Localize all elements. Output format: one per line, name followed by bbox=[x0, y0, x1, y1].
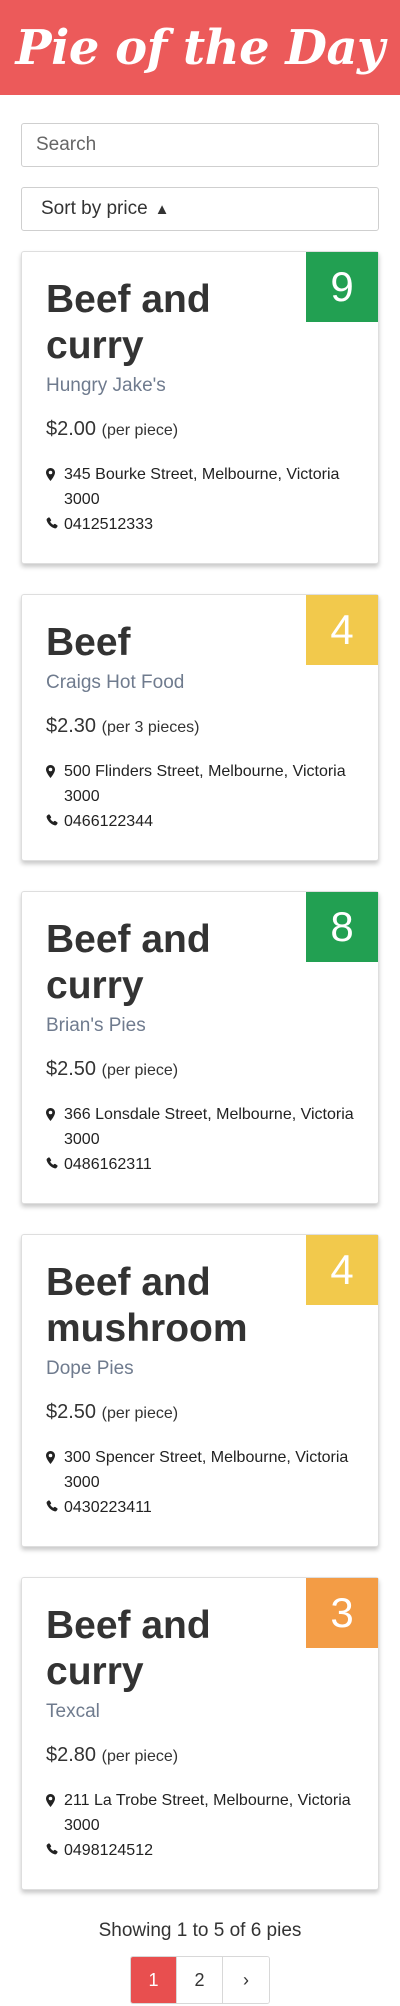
map-pin-icon bbox=[46, 1445, 64, 1464]
pie-card[interactable]: 3 Beef and curry Texcal $2.80 (per piece) 21… bbox=[21, 1577, 379, 1890]
map-pin-icon bbox=[46, 462, 64, 481]
address-row: 366 Lonsdale Street, Melbourne, Victoria… bbox=[46, 1102, 354, 1152]
phone-number[interactable]: 0466122344 bbox=[64, 809, 153, 834]
shop-name: Craigs Hot Food bbox=[46, 672, 185, 693]
price-line: $2.30 (per 3 pieces) bbox=[46, 715, 354, 738]
app-title: Pie of the Day bbox=[15, 19, 385, 76]
shop-info: 500 Flinders Street, Melbourne, Victoria… bbox=[46, 759, 354, 834]
shop-name: Dope Pies bbox=[46, 1358, 134, 1379]
map-pin-icon bbox=[46, 1102, 64, 1121]
pie-name: Beef and curry bbox=[46, 918, 211, 1007]
phone-icon bbox=[46, 809, 64, 826]
price: $2.30 bbox=[46, 715, 97, 737]
shop-info: 345 Bourke Street, Melbourne, Victoria 3… bbox=[46, 462, 354, 537]
pie-name: Beef and curry bbox=[46, 1604, 211, 1693]
phone-icon bbox=[46, 512, 64, 529]
shop-info: 366 Lonsdale Street, Melbourne, Victoria… bbox=[46, 1102, 354, 1177]
address: 345 Bourke Street, Melbourne, Victoria 3… bbox=[64, 466, 340, 508]
price-unit: (per 3 pieces) bbox=[101, 719, 200, 736]
phone-icon bbox=[46, 1838, 64, 1855]
price-line: $2.50 (per piece) bbox=[46, 1401, 354, 1424]
address: 211 La Trobe Street, Melbourne, Victoria… bbox=[64, 1792, 351, 1834]
map-pin-icon bbox=[46, 759, 64, 778]
shop-name: Hungry Jake's bbox=[46, 375, 166, 396]
controls: Sort by price ▲ bbox=[0, 95, 400, 231]
shop-name: Brian's Pies bbox=[46, 1015, 146, 1036]
shop-name: Texcal bbox=[46, 1701, 100, 1722]
phone-number[interactable]: 0412512333 bbox=[64, 512, 153, 537]
rating-badge: 4 bbox=[306, 595, 378, 665]
pagination: 1 2 › bbox=[130, 1956, 270, 2004]
pie-name: Beef bbox=[46, 621, 131, 664]
shop-info: 300 Spencer Street, Melbourne, Victoria … bbox=[46, 1445, 354, 1520]
phone-row: 0498124512 bbox=[46, 1838, 354, 1863]
address-row: 500 Flinders Street, Melbourne, Victoria… bbox=[46, 759, 354, 809]
price-line: $2.50 (per piece) bbox=[46, 1058, 354, 1081]
pie-card[interactable]: 8 Beef and curry Brian's Pies $2.50 (per pi… bbox=[21, 891, 379, 1204]
pie-list: 9 Beef and curry Hungry Jake's $2.00 (per p… bbox=[0, 231, 400, 1890]
phone-row: 0430223411 bbox=[46, 1495, 354, 1520]
address-row: 211 La Trobe Street, Melbourne, Victoria… bbox=[46, 1788, 354, 1838]
sort-by-price-button[interactable]: Sort by price ▲ bbox=[21, 187, 379, 231]
pie-name: Beef and curry bbox=[46, 278, 211, 367]
price-unit: (per piece) bbox=[101, 1062, 179, 1079]
shop-info: 211 La Trobe Street, Melbourne, Victoria… bbox=[46, 1788, 354, 1863]
results-summary: Showing 1 to 5 of 6 pies bbox=[98, 1920, 302, 1941]
app-header: Pie of the Day bbox=[0, 0, 400, 95]
pie-card[interactable]: 9 Beef and curry Hungry Jake's $2.00 (per p… bbox=[21, 251, 379, 564]
sort-label: Sort by price bbox=[41, 198, 148, 219]
page-button-2[interactable]: 2 bbox=[177, 1957, 223, 2003]
address: 300 Spencer Street, Melbourne, Victoria … bbox=[64, 1449, 349, 1491]
rating-badge: 3 bbox=[306, 1578, 378, 1648]
pie-card[interactable]: 4 Beef and mushroom Dope Pies $2.50 (per pi… bbox=[21, 1234, 379, 1547]
phone-row: 0466122344 bbox=[46, 809, 354, 834]
search-input[interactable] bbox=[21, 123, 379, 167]
rating-badge: 4 bbox=[306, 1235, 378, 1305]
pie-name: Beef and mushroom bbox=[46, 1261, 248, 1350]
price: $2.50 bbox=[46, 1058, 97, 1080]
price: $2.00 bbox=[46, 418, 97, 440]
map-pin-icon bbox=[46, 1788, 64, 1807]
rating-badge: 9 bbox=[306, 252, 378, 322]
price-line: $2.00 (per piece) bbox=[46, 418, 354, 441]
pagination-footer: Showing 1 to 5 of 6 pies 1 2 › bbox=[0, 1920, 400, 2004]
phone-number[interactable]: 0498124512 bbox=[64, 1838, 153, 1863]
page-button-1[interactable]: 1 bbox=[131, 1957, 177, 2003]
phone-row: 0486162311 bbox=[46, 1152, 354, 1177]
address-row: 300 Spencer Street, Melbourne, Victoria … bbox=[46, 1445, 354, 1495]
price-unit: (per piece) bbox=[101, 1405, 179, 1422]
price-unit: (per piece) bbox=[101, 1748, 179, 1765]
phone-number[interactable]: 0486162311 bbox=[64, 1152, 152, 1177]
phone-icon bbox=[46, 1152, 64, 1169]
address: 500 Flinders Street, Melbourne, Victoria… bbox=[64, 763, 346, 805]
phone-row: 0412512333 bbox=[46, 512, 354, 537]
next-page-icon[interactable]: › bbox=[223, 1957, 269, 2003]
phone-number[interactable]: 0430223411 bbox=[64, 1495, 152, 1520]
phone-icon bbox=[46, 1495, 64, 1512]
price: $2.80 bbox=[46, 1744, 97, 1766]
price: $2.50 bbox=[46, 1401, 97, 1423]
address-row: 345 Bourke Street, Melbourne, Victoria 3… bbox=[46, 462, 354, 512]
rating-badge: 8 bbox=[306, 892, 378, 962]
sort-ascending-icon: ▲ bbox=[154, 200, 170, 218]
price-line: $2.80 (per piece) bbox=[46, 1744, 354, 1767]
address: 366 Lonsdale Street, Melbourne, Victoria… bbox=[64, 1106, 354, 1148]
pie-card[interactable]: 4 Beef Craigs Hot Food $2.30 (per 3 pieces)… bbox=[21, 594, 379, 861]
price-unit: (per piece) bbox=[101, 422, 179, 439]
